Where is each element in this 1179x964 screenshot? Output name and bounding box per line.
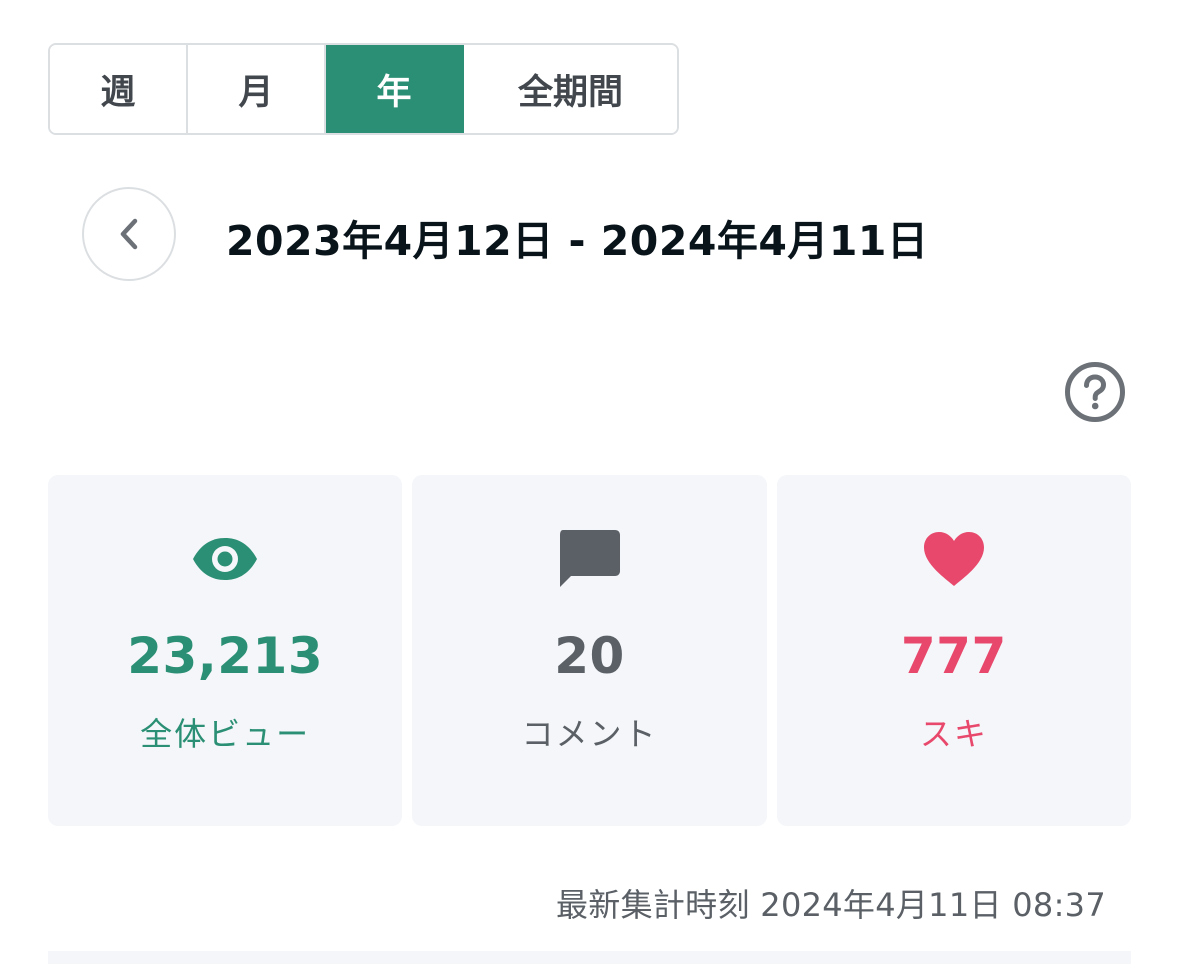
question-circle-icon <box>1065 362 1125 422</box>
stat-card-comments: 20 コメント <box>412 475 767 826</box>
tab-all-time[interactable]: 全期間 <box>464 45 677 133</box>
views-label: 全体ビュー <box>140 715 311 753</box>
heart-icon <box>922 527 986 591</box>
eye-icon <box>191 527 259 591</box>
likes-label: スキ <box>919 715 988 753</box>
tab-week[interactable]: 週 <box>50 45 188 133</box>
period-tabs: 週 月 年 全期間 <box>48 43 679 135</box>
tab-year[interactable]: 年 <box>326 45 464 133</box>
next-section-panel <box>48 951 1131 964</box>
likes-count: 777 <box>900 627 1007 685</box>
comments-count: 20 <box>554 627 625 685</box>
stat-card-views: 23,213 全体ビュー <box>48 475 403 826</box>
comment-icon <box>557 527 621 591</box>
last-updated-label: 最新集計時刻 <box>555 886 750 924</box>
stats-cards: 23,213 全体ビュー 20 コメント 777 スキ <box>48 475 1131 826</box>
last-updated: 最新集計時刻 2024年4月11日 08:37 <box>556 880 1106 926</box>
date-range-title: 2023年4月12日 - 2024年4月11日 <box>226 217 929 265</box>
stat-card-likes: 777 スキ <box>776 475 1131 826</box>
tab-month[interactable]: 月 <box>188 45 326 133</box>
stats-page: 週 月 年 全期間 2023年4月12日 - 2024年4月11日 23,213 <box>0 0 1179 964</box>
last-updated-value: 2024年4月11日 08:37 <box>760 886 1106 924</box>
chevron-left-icon <box>120 218 138 250</box>
help-button[interactable] <box>1064 361 1126 423</box>
comments-label: コメント <box>521 715 658 753</box>
views-count: 23,213 <box>127 627 324 685</box>
previous-period-button[interactable] <box>82 187 176 281</box>
